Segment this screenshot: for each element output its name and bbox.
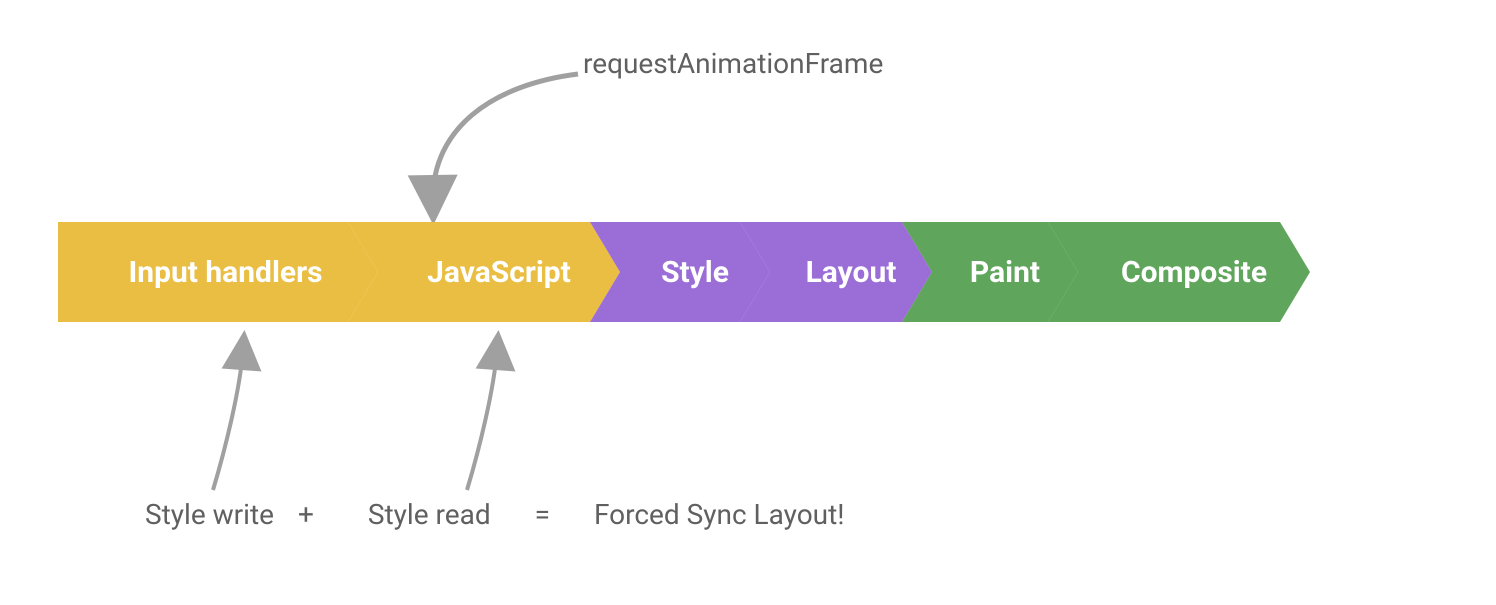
plus-symbol: + [298, 498, 314, 531]
pipeline-diagram: requestAnimationFrame Input handlers Jav… [0, 0, 1496, 605]
bottom-equation: Style write + Style read = Forced Sync L… [145, 498, 844, 531]
style-write-label: Style write [145, 498, 274, 531]
result-label: Forced Sync Layout! [594, 498, 845, 531]
style-read-label: Style read [368, 498, 491, 531]
equals-symbol: = [535, 498, 550, 531]
